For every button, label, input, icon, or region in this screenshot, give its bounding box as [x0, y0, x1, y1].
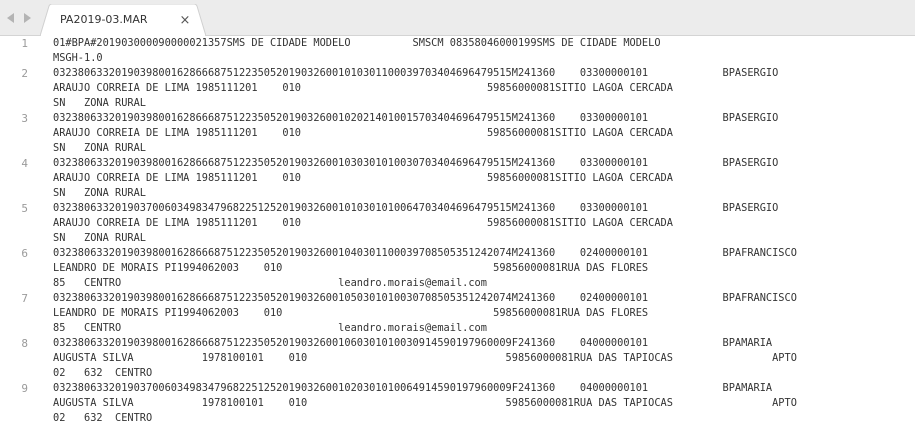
line-text[interactable]: AUGUSTA SILVA 1978100101 010 59856000081… [53, 351, 797, 366]
line-text[interactable]: 85 CENTRO leandro.morais@email.com [53, 276, 487, 291]
line-text[interactable]: ARAUJO CORREIA DE LIMA 1985111201 010 59… [53, 81, 673, 96]
tab-bar: PA2019-03.MAR × [0, 0, 915, 36]
text-editor[interactable]: 1 01#BPA#201903000090000021357SMS DE CIDA… [0, 36, 915, 422]
editor-line: LEANDRO DE MORAIS PI1994062003 010 59856… [0, 261, 915, 276]
line-text[interactable]: 02 632 CENTRO [53, 366, 152, 381]
line-text[interactable]: 0323806332019037006034983479682251252019… [53, 201, 778, 216]
editor-line: SN ZONA RURAL [0, 231, 915, 246]
editor-line: 9 032380633201903700603498347968225125201… [0, 381, 915, 396]
line-text[interactable]: 0323806332019039800162866687512235052019… [53, 66, 778, 81]
line-text[interactable]: ARAUJO CORREIA DE LIMA 1985111201 010 59… [53, 126, 673, 141]
tab-navigation [6, 10, 32, 26]
close-tab-icon[interactable]: × [176, 11, 194, 29]
editor-line: 02 632 CENTRO [0, 366, 915, 381]
editor-line: 85 CENTRO leandro.morais@email.com [0, 321, 915, 336]
editor-line: ARAUJO CORREIA DE LIMA 1985111201 010 59… [0, 81, 915, 96]
line-text[interactable]: 0323806332019039800162866687512235052019… [53, 246, 797, 261]
line-number: 8 [21, 337, 28, 350]
editor-line: 1 01#BPA#201903000090000021357SMS DE CIDA… [0, 36, 915, 51]
editor-line: 7 032380633201903980016286668751223505201… [0, 291, 915, 306]
editor-line: 3 032380633201903980016286668751223505201… [0, 111, 915, 126]
next-tab-arrow-icon[interactable] [22, 10, 32, 26]
tab-label: PA2019-03.MAR [60, 13, 148, 26]
line-number: 5 [21, 202, 28, 215]
editor-line: 6 032380633201903980016286668751223505201… [0, 246, 915, 261]
line-text[interactable]: 0323806332019039800162866687512235052019… [53, 291, 797, 306]
editor-line: 5 032380633201903700603498347968225125201… [0, 201, 915, 216]
line-text[interactable]: 0323806332019039800162866687512235052019… [53, 156, 778, 171]
line-text[interactable]: 02 632 CENTRO [53, 411, 152, 422]
line-text[interactable]: 0323806332019039800162866687512235052019… [53, 111, 778, 126]
line-text[interactable]: SN ZONA RURAL [53, 96, 146, 111]
line-text[interactable]: SN ZONA RURAL [53, 231, 146, 246]
previous-tab-arrow-icon[interactable] [6, 10, 16, 26]
editor-line: ARAUJO CORREIA DE LIMA 1985111201 010 59… [0, 126, 915, 141]
line-text[interactable]: LEANDRO DE MORAIS PI1994062003 010 59856… [53, 261, 648, 276]
line-number: 9 [21, 382, 28, 395]
line-number: 1 [21, 37, 28, 50]
editor-line: 4 032380633201903980016286668751223505201… [0, 156, 915, 171]
line-text[interactable]: 0323806332019039800162866687512235052019… [53, 336, 772, 351]
line-text[interactable]: ARAUJO CORREIA DE LIMA 1985111201 010 59… [53, 171, 673, 186]
line-text[interactable]: MSGH-1.0 [53, 51, 103, 66]
editor-line: SN ZONA RURAL [0, 186, 915, 201]
tab-pa2019-03-mar[interactable]: PA2019-03.MAR × [40, 4, 206, 36]
line-text[interactable]: 0323806332019037006034983479682251252019… [53, 381, 772, 396]
editor-line: 2 032380633201903980016286668751223505201… [0, 66, 915, 81]
editor-line: LEANDRO DE MORAIS PI1994062003 010 59856… [0, 306, 915, 321]
line-text[interactable]: SN ZONA RURAL [53, 141, 146, 156]
line-text[interactable]: SN ZONA RURAL [53, 186, 146, 201]
line-text[interactable]: 85 CENTRO leandro.morais@email.com [53, 321, 487, 336]
editor-line: AUGUSTA SILVA 1978100101 010 59856000081… [0, 396, 915, 411]
line-number: 4 [21, 157, 28, 170]
editor-line: 8 032380633201903980016286668751223505201… [0, 336, 915, 351]
editor-line: MSGH-1.0 [0, 51, 915, 66]
line-number: 2 [21, 67, 28, 80]
line-text[interactable]: LEANDRO DE MORAIS PI1994062003 010 59856… [53, 306, 648, 321]
line-text[interactable]: ARAUJO CORREIA DE LIMA 1985111201 010 59… [53, 216, 673, 231]
editor-line: AUGUSTA SILVA 1978100101 010 59856000081… [0, 351, 915, 366]
editor-line: 02 632 CENTRO [0, 411, 915, 422]
editor-line: 85 CENTRO leandro.morais@email.com [0, 276, 915, 291]
editor-line: SN ZONA RURAL [0, 96, 915, 111]
line-number: 6 [21, 247, 28, 260]
line-number: 7 [21, 292, 28, 305]
line-number: 3 [21, 112, 28, 125]
editor-line: ARAUJO CORREIA DE LIMA 1985111201 010 59… [0, 171, 915, 186]
editor-line: ARAUJO CORREIA DE LIMA 1985111201 010 59… [0, 216, 915, 231]
line-text[interactable]: 01#BPA#201903000090000021357SMS DE CIDAD… [53, 36, 661, 51]
line-text[interactable]: AUGUSTA SILVA 1978100101 010 59856000081… [53, 396, 797, 411]
editor-line: SN ZONA RURAL [0, 141, 915, 156]
